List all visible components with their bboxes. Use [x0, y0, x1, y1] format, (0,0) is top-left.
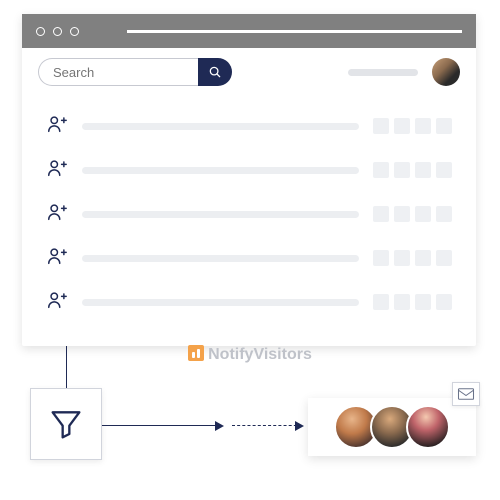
email-node[interactable]: [452, 382, 480, 406]
list-item-action-box[interactable]: [373, 294, 389, 310]
list-item-action-box[interactable]: [415, 206, 431, 222]
app-window: [22, 14, 476, 346]
list-item[interactable]: [46, 104, 452, 148]
list-item-actions: [373, 162, 452, 178]
list-item-actions: [373, 250, 452, 266]
add-user-icon: [46, 157, 68, 184]
add-user-icon: [46, 245, 68, 272]
list-item-text-placeholder: [82, 211, 359, 218]
list-item-action-box[interactable]: [373, 250, 389, 266]
list-item-action-box[interactable]: [394, 162, 410, 178]
flow-arrow-solid: [102, 425, 222, 426]
watermark-text: NotifyVisitors: [208, 346, 312, 363]
window-control-circle[interactable]: [70, 27, 79, 36]
list-item-action-box[interactable]: [415, 294, 431, 310]
list-item-actions: [373, 118, 452, 134]
funnel-icon: [46, 404, 86, 444]
list-item-action-box[interactable]: [436, 206, 452, 222]
list-item-action-box[interactable]: [394, 206, 410, 222]
window-titlebar: [22, 14, 476, 48]
list-item-text-placeholder: [82, 299, 359, 306]
list-item-action-box[interactable]: [436, 118, 452, 134]
add-user-icon: [46, 201, 68, 228]
toolbar-text-placeholder: [348, 69, 418, 76]
toolbar-right: [348, 58, 460, 86]
search-input[interactable]: [38, 58, 198, 86]
watermark: NotifyVisitors: [0, 345, 500, 364]
list-item-action-box[interactable]: [373, 206, 389, 222]
app-toolbar: [22, 48, 476, 96]
add-user-icon: [46, 113, 68, 140]
list-item-action-box[interactable]: [394, 118, 410, 134]
window-control-circle[interactable]: [53, 27, 62, 36]
list-item-action-box[interactable]: [415, 118, 431, 134]
list-item[interactable]: [46, 148, 452, 192]
mail-icon: [457, 387, 475, 401]
list-item-text-placeholder: [82, 167, 359, 174]
address-bar-placeholder: [127, 30, 462, 33]
list-item[interactable]: [46, 280, 452, 324]
list-item-text-placeholder: [82, 255, 359, 262]
list-item-action-box[interactable]: [415, 250, 431, 266]
search-button[interactable]: [198, 58, 232, 86]
filter-funnel-node[interactable]: [30, 388, 102, 460]
search-group: [38, 58, 232, 86]
list-item-action-box[interactable]: [415, 162, 431, 178]
user-avatar[interactable]: [432, 58, 460, 86]
segment-avatar[interactable]: [406, 405, 450, 449]
list-item-text-placeholder: [82, 123, 359, 130]
list-item-actions: [373, 206, 452, 222]
segmented-users-card: [308, 398, 476, 456]
add-user-icon: [46, 289, 68, 316]
search-icon: [208, 65, 222, 79]
notifyvisitors-logo-icon: [188, 345, 204, 361]
list-item-action-box[interactable]: [373, 162, 389, 178]
list-item-actions: [373, 294, 452, 310]
list-item-action-box[interactable]: [394, 250, 410, 266]
window-control-circle[interactable]: [36, 27, 45, 36]
list-item-action-box[interactable]: [436, 162, 452, 178]
list-item[interactable]: [46, 236, 452, 280]
flow-arrow-dashed: [232, 425, 302, 426]
list-item-action-box[interactable]: [394, 294, 410, 310]
list-item-action-box[interactable]: [436, 294, 452, 310]
list-item-action-box[interactable]: [373, 118, 389, 134]
list-item[interactable]: [46, 192, 452, 236]
flow-connector: [66, 346, 67, 388]
list-item-action-box[interactable]: [436, 250, 452, 266]
contact-list: [22, 96, 476, 346]
